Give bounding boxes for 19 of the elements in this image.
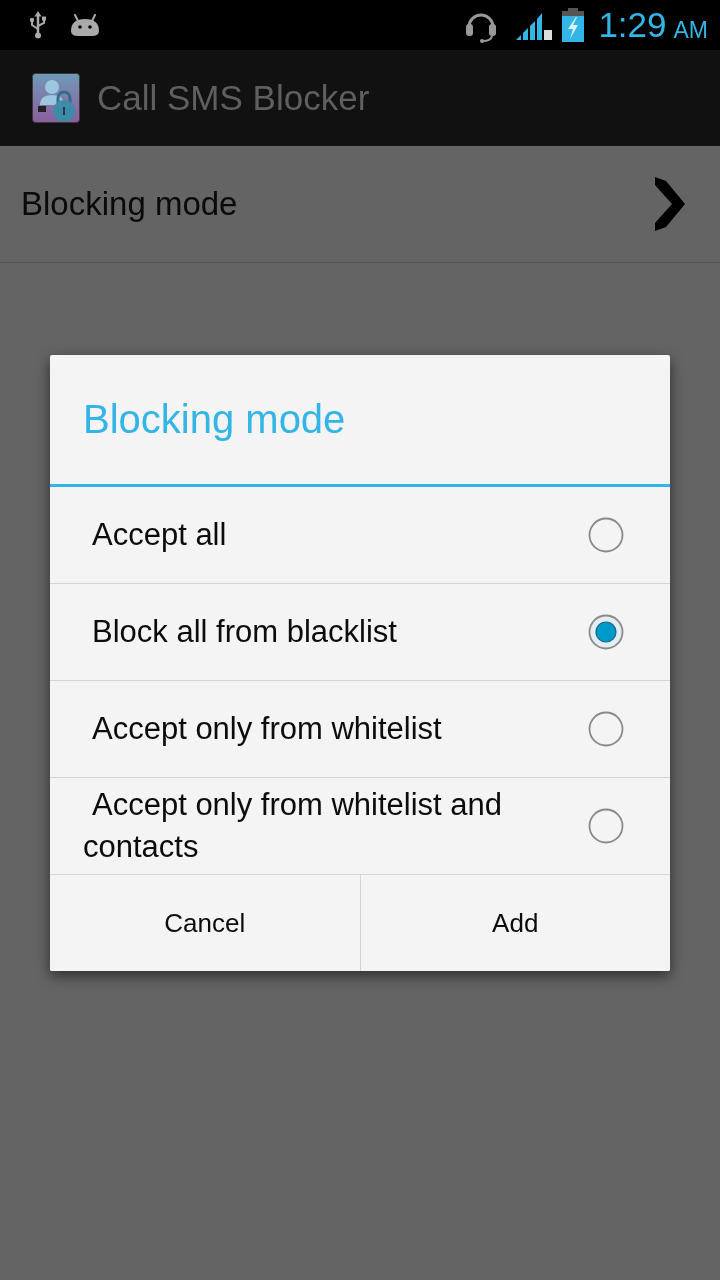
radio-icon[interactable] xyxy=(588,614,624,650)
radio-option[interactable]: Block all from blacklist xyxy=(50,584,670,681)
radio-option[interactable]: Accept all xyxy=(50,487,670,584)
chevron-icon xyxy=(655,177,685,231)
dialog-title: Blocking mode xyxy=(82,396,347,443)
radio-option[interactable]: Accept only from whitelist and contacts xyxy=(50,778,670,875)
radio-option[interactable]: Accept only from whitelist xyxy=(50,681,670,778)
android-icon xyxy=(70,14,100,36)
battery-icon xyxy=(562,8,585,42)
usb-icon xyxy=(28,11,48,39)
radio-icon[interactable] xyxy=(588,808,624,844)
padlock-tile-icon[interactable] xyxy=(32,73,80,123)
radio-icon[interactable] xyxy=(588,711,624,747)
dialog-button[interactable]: Cancel xyxy=(50,875,360,971)
clock-time: 1:29 xyxy=(598,5,667,45)
app-title: Call SMS Blocker xyxy=(97,78,370,118)
radio-icon[interactable] xyxy=(588,517,624,553)
clock-meridiem: AM xyxy=(673,17,708,43)
dialog-button[interactable]: Add xyxy=(359,875,670,971)
